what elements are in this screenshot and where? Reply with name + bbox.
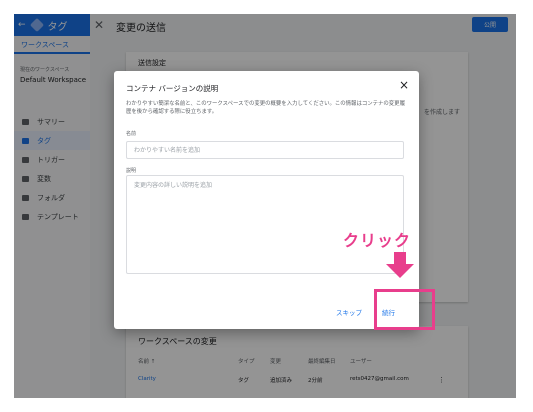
screenshot-frame: ← タグ ✕ 変更の送信 公開 ワークスペース 現在のワークスペース Defau…: [14, 14, 516, 398]
skip-button[interactable]: スキップ: [336, 307, 362, 317]
down-arrow-icon: [386, 252, 414, 278]
dialog-title: コンテナ バージョンの説明: [126, 84, 219, 93]
version-name-input[interactable]: [126, 141, 404, 159]
click-annotation-label: クリック: [343, 231, 412, 250]
close-icon[interactable]: ×: [399, 79, 409, 91]
dialog-description: わかりやすい簡潔な名前と、このワークスペースでの変更の概要を入力してください。こ…: [126, 101, 405, 115]
version-description-input[interactable]: [126, 175, 404, 274]
version-description-label: 説明: [126, 168, 137, 174]
highlight-box: [374, 289, 435, 330]
version-name-label: 名前: [126, 131, 137, 137]
